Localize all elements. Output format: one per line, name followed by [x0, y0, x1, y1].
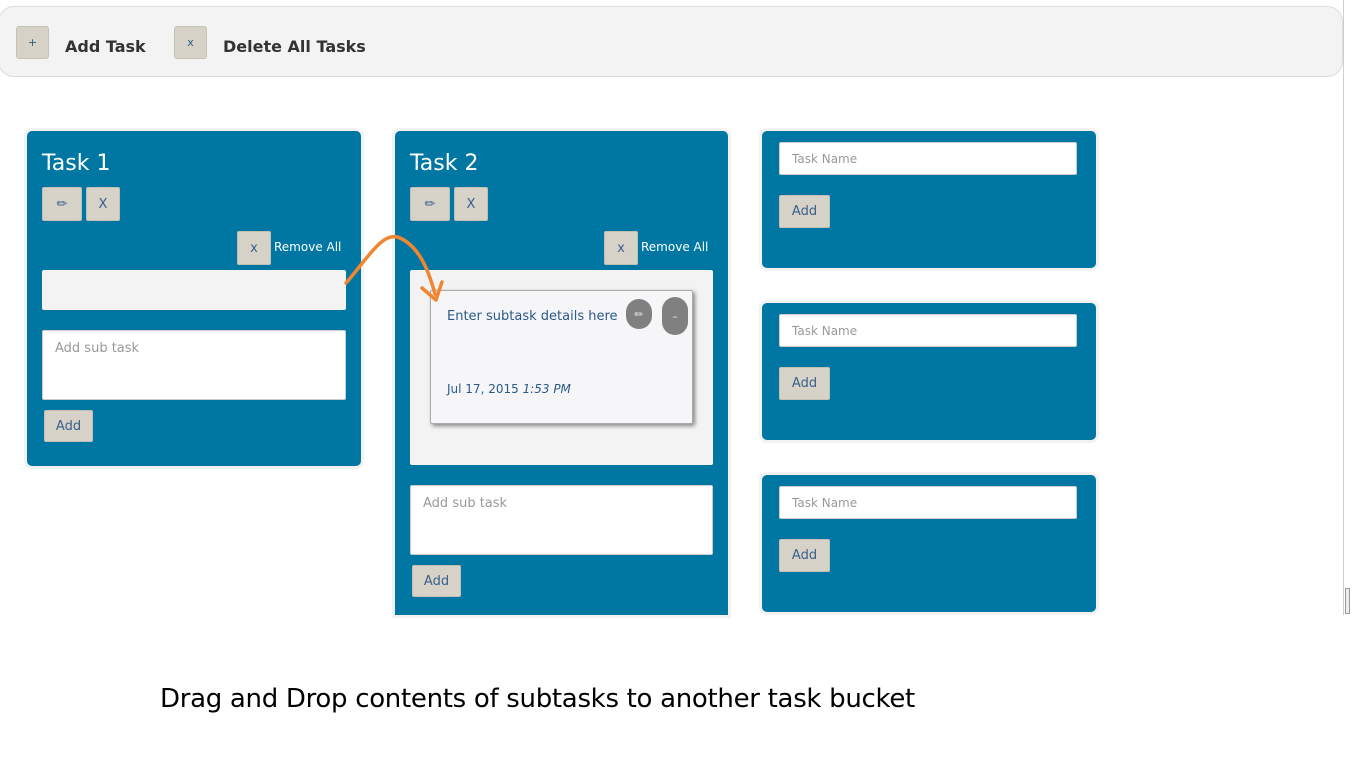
subtask-dropzone[interactable]	[42, 270, 346, 310]
pencil-icon: ✏	[634, 307, 644, 321]
task-title: Task 2	[410, 151, 479, 176]
task-name-input[interactable]: Task Name	[779, 142, 1077, 175]
add-task-name-button[interactable]: Add	[779, 539, 830, 572]
plus-icon: +	[27, 36, 38, 49]
close-icon: x	[250, 240, 258, 256]
close-task-button[interactable]: X	[454, 187, 488, 221]
add-task-name-button[interactable]: Add	[779, 367, 830, 400]
close-icon: X	[466, 196, 476, 212]
edit-task-button[interactable]: ✏	[410, 187, 450, 221]
toolbar: + Add Task x Delete All Tasks	[0, 6, 1343, 77]
task-name-input[interactable]: Task Name	[779, 314, 1077, 347]
remove-all-button[interactable]: x	[237, 231, 271, 265]
task-name-placeholder: Task Name	[792, 323, 858, 338]
add-subtask-button[interactable]: Add	[412, 565, 461, 597]
subtask-timestamp: Jul 17, 2015 1:53 PM	[447, 382, 571, 396]
close-task-button[interactable]: X	[86, 187, 120, 221]
task-card: Task 1 ✏ X x Remove All Add sub task Add	[27, 131, 361, 466]
delete-all-icon-button[interactable]: x	[174, 26, 207, 59]
scrollbar-end	[1345, 588, 1350, 614]
subtask-time: 1:53 PM	[522, 382, 571, 396]
close-icon: x	[617, 240, 625, 256]
edit-task-button[interactable]: ✏	[42, 187, 82, 221]
new-task-panel: Task Name Add	[762, 475, 1096, 612]
edit-subtask-button[interactable]: ✏	[626, 299, 652, 329]
minus-icon: –	[672, 309, 678, 323]
close-icon: X	[98, 196, 108, 212]
delete-all-tasks-button[interactable]: Delete All Tasks	[223, 37, 366, 56]
caption-text: Drag and Drop contents of subtasks to an…	[160, 684, 915, 714]
subtask-input[interactable]: Add sub task	[42, 330, 346, 400]
add-task-icon-button[interactable]: +	[16, 26, 49, 59]
subtask-card[interactable]: Enter subtask details here ✏ – Jul 17, 2…	[430, 290, 693, 424]
task-card: Task 2 ✏ X x Remove All Enter subtask de…	[395, 131, 728, 615]
task-name-input[interactable]: Task Name	[779, 486, 1077, 519]
task-name-placeholder: Task Name	[792, 151, 858, 166]
subtask-input-placeholder: Add sub task	[55, 341, 140, 356]
remove-subtask-button[interactable]: –	[662, 297, 688, 335]
add-task-name-button[interactable]: Add	[779, 195, 830, 228]
vertical-scrollbar[interactable]	[1343, 0, 1366, 615]
add-subtask-button[interactable]: Add	[44, 410, 93, 442]
close-icon: x	[187, 36, 194, 49]
task-title: Task 1	[42, 151, 111, 176]
pencil-icon: ✏	[424, 196, 436, 212]
add-task-button[interactable]: Add Task	[65, 37, 146, 56]
remove-all-label[interactable]: Remove All	[641, 240, 708, 254]
subtask-dropzone[interactable]: Enter subtask details here ✏ – Jul 17, 2…	[410, 270, 713, 465]
new-task-panel: Task Name Add	[762, 131, 1096, 268]
pencil-icon: ✏	[56, 196, 68, 212]
new-task-panel: Task Name Add	[762, 303, 1096, 440]
remove-all-button[interactable]: x	[604, 231, 638, 265]
drag-arrow-icon	[344, 234, 444, 302]
subtask-input[interactable]: Add sub task	[410, 485, 713, 555]
subtask-date: Jul 17, 2015	[447, 382, 519, 396]
subtask-text: Enter subtask details here	[447, 309, 618, 324]
remove-all-label[interactable]: Remove All	[274, 240, 341, 254]
task-name-placeholder: Task Name	[792, 495, 858, 510]
subtask-input-placeholder: Add sub task	[423, 496, 508, 511]
